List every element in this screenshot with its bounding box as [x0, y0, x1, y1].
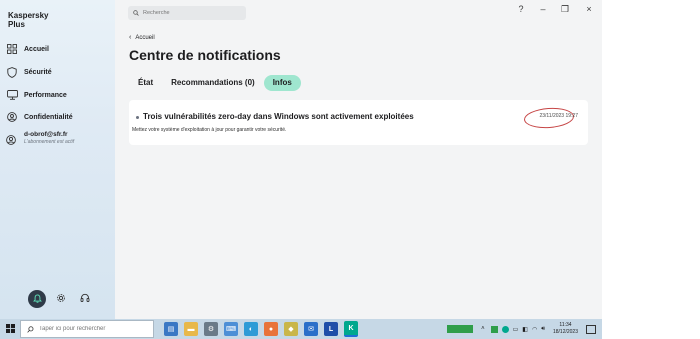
back-link[interactable]: ‹ Accueil — [129, 34, 155, 41]
monitor-icon — [6, 89, 18, 101]
account-email: d-obrof@sfr.fr — [24, 131, 68, 138]
subscription-status: L'abonnement est actif — [24, 139, 75, 145]
back-label: Accueil — [135, 34, 155, 41]
firefox-browser-icon[interactable]: ● — [264, 322, 278, 336]
windows-taskbar: ▤ ▬ ⚙ ⌨ ◐ ● ◆ ✉ L K ˄ ▭ ◧ ◠ 🔊︎ 11:34 18/… — [0, 319, 602, 339]
tray-icon-network[interactable]: ▭ — [513, 326, 519, 333]
sidebar-item-label: Confidentialité — [24, 113, 73, 121]
unread-dot — [136, 116, 139, 119]
chevron-left-icon: ‹ — [129, 34, 132, 41]
notification-headline: Trois vulnérabilités zero-day dans Windo… — [143, 112, 414, 121]
tab-recommandations[interactable]: Recommandations (0) — [162, 75, 264, 91]
notification-timestamp: 23/11/2023 19:27 — [539, 113, 578, 119]
taskbar-search-input[interactable] — [39, 326, 149, 332]
sidebar-item-accueil[interactable]: Accueil — [6, 42, 110, 56]
sidebar-bottom-actions — [0, 290, 115, 308]
notification-description: Mettez votre système d'exploitation à jo… — [132, 127, 287, 133]
sidebar-item-confidentialite[interactable]: Confidentialité — [6, 110, 110, 124]
clock-time: 11:34 — [559, 322, 572, 328]
close-button[interactable]: × — [583, 4, 595, 14]
task-view-icon[interactable]: ▤ — [164, 322, 178, 336]
file-explorer-icon[interactable]: ▬ — [184, 322, 198, 336]
app-icon[interactable]: ◆ — [284, 322, 298, 336]
user-circle-icon — [6, 132, 18, 145]
help-button[interactable]: ? — [515, 4, 527, 14]
tab-bar: État Recommandations (0) Infos — [129, 75, 301, 91]
edge-browser-icon[interactable]: ◐ — [244, 322, 258, 336]
mail-app-icon[interactable]: ✉ — [304, 322, 318, 336]
tab-etat[interactable]: État — [129, 75, 162, 91]
sidebar-item-label: Performance — [24, 91, 67, 99]
shield-icon — [6, 66, 18, 78]
app-brand: Kaspersky Plus — [8, 11, 48, 29]
tray-icon-kaspersky[interactable] — [501, 325, 509, 333]
gear-icon — [56, 290, 66, 308]
taskbar-search[interactable] — [20, 320, 154, 338]
home-grid-icon — [6, 43, 18, 55]
tray-icon-battery[interactable]: ◧ — [522, 326, 528, 333]
page-title: Centre de notifications — [129, 47, 281, 63]
tray-chevron-icon[interactable]: ˄ — [481, 326, 485, 332]
privacy-icon — [6, 111, 18, 123]
brand-name: Kaspersky — [8, 11, 49, 20]
search-icon — [133, 10, 139, 16]
clock-date: 18/12/2023 — [552, 329, 578, 335]
start-button[interactable] — [0, 319, 20, 339]
volume-icon[interactable]: 🔊︎ — [541, 326, 545, 333]
headset-icon — [80, 290, 90, 308]
account-item[interactable]: d-obrof@sfr.fr L'abonnement est actif — [6, 131, 74, 145]
system-tray: ˄ ▭ ◧ ◠ 🔊︎ 11:34 18/12/2023 — [447, 319, 602, 339]
restore-button[interactable]: ❐ — [559, 4, 571, 15]
kaspersky-window: Kaspersky Plus Accueil Sécurité Performa… — [0, 0, 602, 319]
brand-edition: Plus — [8, 20, 25, 29]
clock[interactable]: 11:34 18/12/2023 — [553, 322, 578, 336]
notification-card[interactable]: Trois vulnérabilités zero-day dans Windo… — [129, 100, 588, 145]
tab-infos[interactable]: Infos — [263, 75, 301, 91]
notification-center-icon[interactable] — [586, 324, 596, 334]
bell-icon — [32, 290, 42, 308]
sidebar-item-performance[interactable]: Performance — [6, 88, 110, 102]
search-box[interactable] — [128, 6, 246, 20]
settings-app-icon[interactable]: ⚙ — [204, 322, 218, 336]
lexmark-app-icon[interactable]: L — [324, 322, 338, 336]
support-button[interactable] — [76, 290, 94, 308]
sidebar-item-securite[interactable]: Sécurité — [6, 65, 110, 79]
search-input[interactable] — [143, 10, 238, 16]
tray-icon-wifi[interactable]: ◠ — [532, 326, 537, 333]
kaspersky-taskbar-icon[interactable]: K — [344, 321, 358, 337]
tray-icon-green[interactable] — [490, 325, 498, 333]
keyboard-app-icon[interactable]: ⌨ — [224, 322, 238, 336]
settings-button[interactable] — [52, 290, 70, 308]
minimize-button[interactable]: – — [537, 4, 549, 14]
sidebar: Kaspersky Plus Accueil Sécurité Performa… — [0, 0, 115, 319]
windows-logo-icon — [5, 320, 15, 338]
tray-app-icon[interactable] — [447, 325, 474, 333]
search-icon — [27, 325, 34, 333]
sidebar-item-label: Sécurité — [24, 68, 52, 76]
sidebar-item-label: Accueil — [24, 45, 49, 53]
notifications-button[interactable] — [28, 290, 46, 308]
